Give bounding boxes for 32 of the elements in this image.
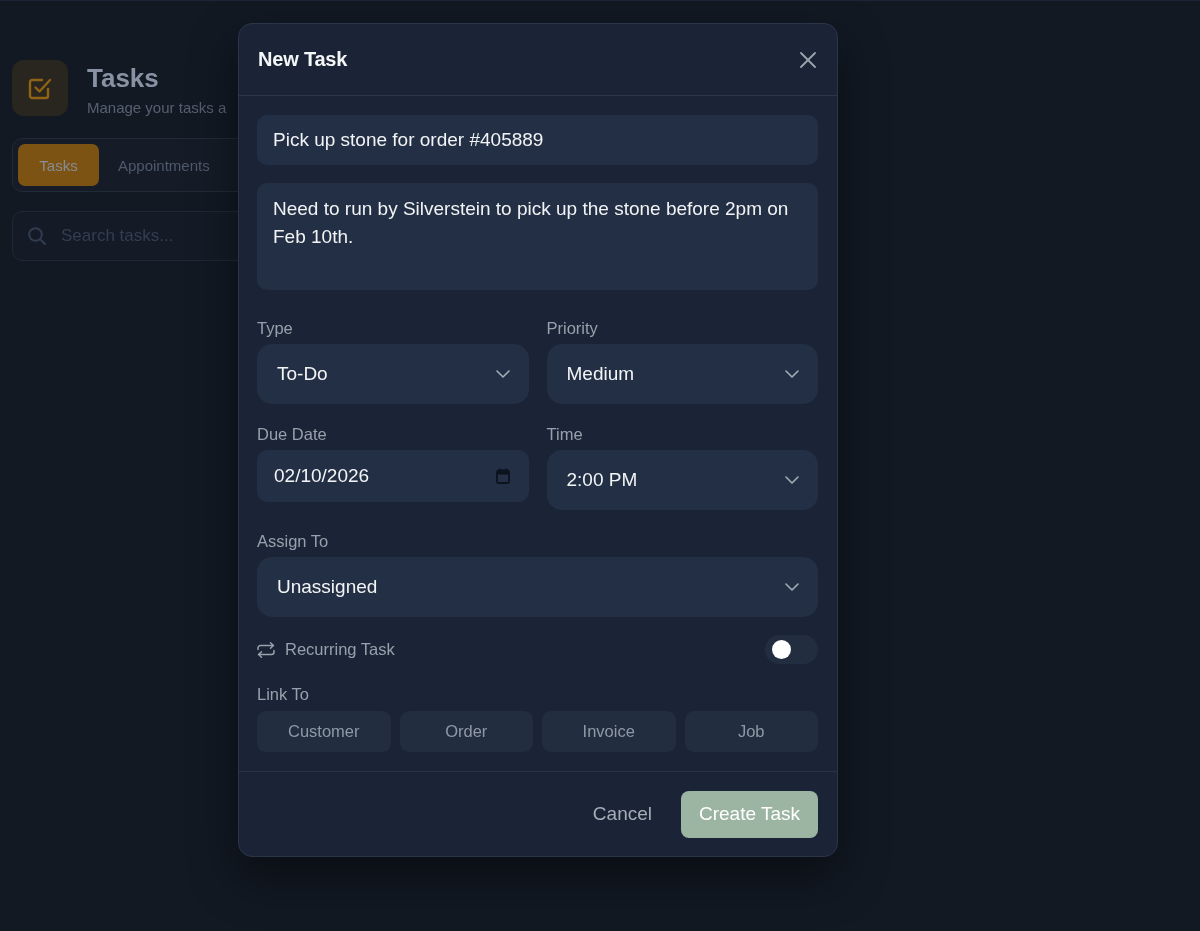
chevron-down-icon [785,583,799,591]
description-field[interactable]: Need to run by Silverstein to pick up the stone before 2pm on Feb 10th. [257,183,818,290]
field-label: Assign To [257,532,329,550]
field-label: Type [257,319,293,337]
title-field[interactable]: Pick up stone for order #405889 [257,115,818,165]
calendar-icon [495,468,510,484]
select-field[interactable]: Medium [546,344,818,404]
recurring-label: Recurring Task [285,640,395,659]
select-field[interactable]: 2:00 PM [546,450,818,510]
search-icon [28,227,46,245]
cancel-button[interactable]: Cancel [592,803,652,825]
link-option-button[interactable]: Order [399,711,533,752]
field-label: Priority [546,319,598,337]
page-subtitle: Manage your tasks a [87,99,227,117]
checkbox-icon [12,60,68,116]
field-label: Due Date [257,425,327,443]
link-option-button[interactable]: Job [684,711,818,752]
field-label: Time [546,425,583,443]
chevron-down-icon [785,370,799,378]
recurring-toggle[interactable] [765,635,818,664]
close-icon [800,51,816,68]
link-option-button[interactable]: Customer [257,711,391,752]
repeat-icon [257,641,275,658]
select-field[interactable]: Unassigned [257,557,818,617]
chevron-down-icon [495,370,510,378]
dialog-title: New Task [258,48,348,71]
link-option-button[interactable]: Invoice [542,711,676,752]
date-field[interactable]: 02/10/2026 [257,450,529,502]
chevron-down-icon [785,476,799,484]
page-title: Tasks [87,63,160,93]
field-label: Link To [257,685,309,703]
select-field[interactable]: To-Do [257,344,529,404]
